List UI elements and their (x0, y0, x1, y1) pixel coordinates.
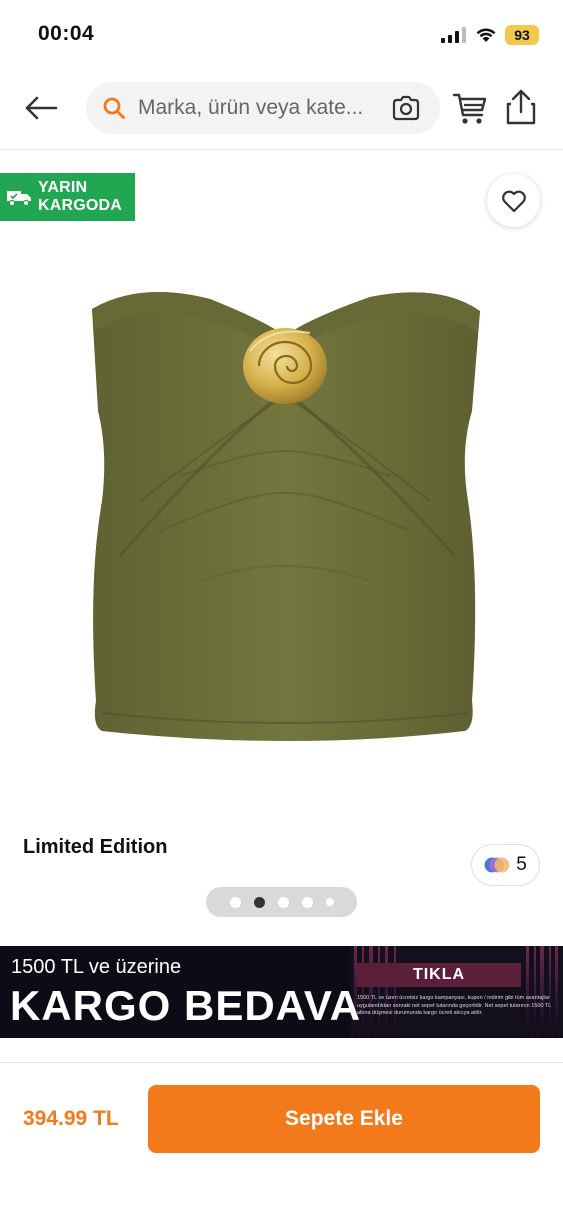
cart-icon[interactable] (452, 90, 488, 126)
product-image-gallery[interactable]: YARIN KARGODA Limited Edition 5 (0, 151, 563, 941)
arrow-left-icon (25, 96, 58, 120)
product-photo[interactable] (80, 281, 490, 761)
image-pager[interactable] (206, 887, 357, 917)
status-time: 00:04 (38, 22, 95, 45)
pager-dot[interactable] (229, 896, 241, 908)
banner-subtitle: 1500 TL ve üzerine (11, 956, 182, 978)
wifi-icon (476, 28, 496, 42)
banner-cta-button[interactable]: TIKLA (357, 963, 521, 987)
share-icon[interactable] (504, 88, 538, 126)
banner-title: KARGO BEDAVA (10, 982, 362, 1029)
camera-icon[interactable] (392, 95, 420, 121)
shell-brooch (243, 328, 327, 404)
color-swatch-icon (484, 857, 510, 873)
color-count: 5 (516, 854, 527, 875)
status-bar: 00:04 93 (0, 0, 563, 70)
free-shipping-banner[interactable]: 1500 TL ve üzerine KARGO BEDAVA TIKLA 15… (0, 946, 563, 1038)
add-to-cart-button[interactable]: Sepete Ekle (148, 1085, 540, 1153)
search-icon (103, 97, 125, 119)
fast-delivery-badge: YARIN KARGODA (0, 173, 135, 221)
delivery-truck-icon (7, 191, 31, 207)
pager-dot[interactable] (301, 896, 313, 908)
back-button[interactable] (20, 90, 62, 126)
badge-line-1: YARIN (38, 179, 88, 196)
favorite-button[interactable] (487, 174, 540, 227)
banner-terms-text: 1500 TL ve üzeri ücretsiz kargo kampanya… (357, 995, 552, 1016)
pager-dot[interactable] (277, 896, 289, 908)
pager-dot[interactable] (325, 898, 334, 906)
cellular-signal-icon (441, 27, 466, 43)
color-options-button[interactable]: 5 (471, 844, 540, 886)
badge-line-2: KARGODA (38, 197, 123, 214)
bottom-action-bar: 394.99 TL Sepete Ekle (0, 1062, 563, 1219)
banner-stripes-decoration (350, 946, 563, 1038)
heart-icon (501, 190, 526, 212)
search-input[interactable] (138, 82, 388, 134)
badge-text: YARIN KARGODA (38, 179, 122, 215)
edition-label: Limited Edition (23, 836, 168, 858)
pager-dot-active[interactable] (253, 896, 265, 908)
product-price: 394.99 TL (23, 1107, 119, 1130)
top-navigation-bar (0, 70, 563, 150)
search-bar[interactable] (86, 82, 440, 134)
battery-indicator: 93 (505, 25, 539, 45)
